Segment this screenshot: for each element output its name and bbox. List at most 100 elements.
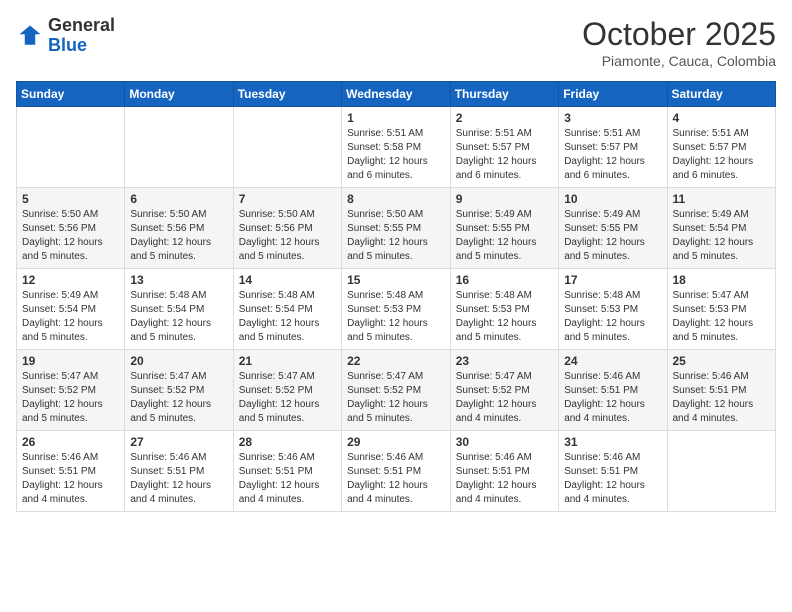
day-info: Sunrise: 5:46 AM Sunset: 5:51 PM Dayligh… bbox=[347, 451, 445, 507]
day-number: 29 bbox=[347, 435, 445, 449]
calendar-cell bbox=[17, 107, 125, 188]
day-info: Sunrise: 5:51 AM Sunset: 5:57 PM Dayligh… bbox=[456, 127, 553, 183]
logo-blue-text: Blue bbox=[48, 36, 115, 56]
logo-icon bbox=[16, 22, 44, 50]
calendar-cell: 28 Sunrise: 5:46 AM Sunset: 5:51 PM Dayli… bbox=[233, 431, 341, 512]
day-info: Sunrise: 5:49 AM Sunset: 5:54 PM Dayligh… bbox=[673, 208, 771, 264]
day-number: 28 bbox=[239, 435, 336, 449]
day-number: 8 bbox=[347, 192, 445, 206]
calendar-cell: 27 Sunrise: 5:46 AM Sunset: 5:51 PM Dayli… bbox=[125, 431, 233, 512]
calendar-cell: 29 Sunrise: 5:46 AM Sunset: 5:51 PM Dayli… bbox=[342, 431, 451, 512]
weekday-header-friday: Friday bbox=[559, 82, 667, 107]
day-info: Sunrise: 5:49 AM Sunset: 5:55 PM Dayligh… bbox=[456, 208, 553, 264]
day-info: Sunrise: 5:47 AM Sunset: 5:52 PM Dayligh… bbox=[347, 370, 445, 426]
day-number: 16 bbox=[456, 273, 553, 287]
calendar-week-5: 26 Sunrise: 5:46 AM Sunset: 5:51 PM Dayli… bbox=[17, 431, 776, 512]
day-info: Sunrise: 5:48 AM Sunset: 5:53 PM Dayligh… bbox=[564, 289, 661, 345]
day-number: 3 bbox=[564, 111, 661, 125]
calendar-cell: 31 Sunrise: 5:46 AM Sunset: 5:51 PM Dayli… bbox=[559, 431, 667, 512]
day-number: 25 bbox=[673, 354, 771, 368]
calendar-cell: 4 Sunrise: 5:51 AM Sunset: 5:57 PM Daylig… bbox=[667, 107, 776, 188]
day-number: 1 bbox=[347, 111, 445, 125]
day-number: 15 bbox=[347, 273, 445, 287]
calendar-cell: 19 Sunrise: 5:47 AM Sunset: 5:52 PM Dayli… bbox=[17, 350, 125, 431]
logo-general-text: General bbox=[48, 16, 115, 36]
day-info: Sunrise: 5:50 AM Sunset: 5:55 PM Dayligh… bbox=[347, 208, 445, 264]
day-info: Sunrise: 5:48 AM Sunset: 5:54 PM Dayligh… bbox=[130, 289, 227, 345]
day-info: Sunrise: 5:48 AM Sunset: 5:53 PM Dayligh… bbox=[347, 289, 445, 345]
calendar-week-3: 12 Sunrise: 5:49 AM Sunset: 5:54 PM Dayli… bbox=[17, 269, 776, 350]
day-info: Sunrise: 5:46 AM Sunset: 5:51 PM Dayligh… bbox=[22, 451, 119, 507]
calendar-cell: 15 Sunrise: 5:48 AM Sunset: 5:53 PM Dayli… bbox=[342, 269, 451, 350]
month-title: October 2025 bbox=[582, 16, 776, 53]
weekday-header-saturday: Saturday bbox=[667, 82, 776, 107]
day-number: 10 bbox=[564, 192, 661, 206]
calendar-cell: 16 Sunrise: 5:48 AM Sunset: 5:53 PM Dayli… bbox=[450, 269, 558, 350]
calendar-cell: 2 Sunrise: 5:51 AM Sunset: 5:57 PM Daylig… bbox=[450, 107, 558, 188]
day-info: Sunrise: 5:47 AM Sunset: 5:52 PM Dayligh… bbox=[456, 370, 553, 426]
day-number: 22 bbox=[347, 354, 445, 368]
day-number: 7 bbox=[239, 192, 336, 206]
day-info: Sunrise: 5:48 AM Sunset: 5:54 PM Dayligh… bbox=[239, 289, 336, 345]
calendar-cell: 11 Sunrise: 5:49 AM Sunset: 5:54 PM Dayli… bbox=[667, 188, 776, 269]
calendar-cell: 12 Sunrise: 5:49 AM Sunset: 5:54 PM Dayli… bbox=[17, 269, 125, 350]
calendar-week-1: 1 Sunrise: 5:51 AM Sunset: 5:58 PM Daylig… bbox=[17, 107, 776, 188]
day-number: 14 bbox=[239, 273, 336, 287]
day-info: Sunrise: 5:46 AM Sunset: 5:51 PM Dayligh… bbox=[130, 451, 227, 507]
day-info: Sunrise: 5:49 AM Sunset: 5:54 PM Dayligh… bbox=[22, 289, 119, 345]
calendar-cell bbox=[125, 107, 233, 188]
day-info: Sunrise: 5:47 AM Sunset: 5:53 PM Dayligh… bbox=[673, 289, 771, 345]
day-info: Sunrise: 5:47 AM Sunset: 5:52 PM Dayligh… bbox=[130, 370, 227, 426]
calendar-cell: 24Sunrise: 5:46 AM Sunset: 5:51 PM Dayli… bbox=[559, 350, 667, 431]
day-info: Sunrise: 5:46 AM Sunset: 5:51 PM Dayligh… bbox=[564, 370, 661, 426]
day-number: 30 bbox=[456, 435, 553, 449]
weekday-header-monday: Monday bbox=[125, 82, 233, 107]
day-info: Sunrise: 5:51 AM Sunset: 5:57 PM Dayligh… bbox=[564, 127, 661, 183]
day-number: 31 bbox=[564, 435, 661, 449]
calendar-cell: 18Sunrise: 5:47 AM Sunset: 5:53 PM Dayli… bbox=[667, 269, 776, 350]
day-info: Sunrise: 5:50 AM Sunset: 5:56 PM Dayligh… bbox=[239, 208, 336, 264]
day-number: 11 bbox=[673, 192, 771, 206]
day-number: 19 bbox=[22, 354, 119, 368]
page-header: General Blue October 2025 Piamonte, Cauc… bbox=[16, 16, 776, 69]
calendar-cell: 23 Sunrise: 5:47 AM Sunset: 5:52 PM Dayli… bbox=[450, 350, 558, 431]
calendar-cell: 20Sunrise: 5:47 AM Sunset: 5:52 PM Dayli… bbox=[125, 350, 233, 431]
day-number: 23 bbox=[456, 354, 553, 368]
title-block: October 2025 Piamonte, Cauca, Colombia bbox=[582, 16, 776, 69]
location: Piamonte, Cauca, Colombia bbox=[582, 53, 776, 69]
day-info: Sunrise: 5:49 AM Sunset: 5:55 PM Dayligh… bbox=[564, 208, 661, 264]
day-number: 27 bbox=[130, 435, 227, 449]
day-info: Sunrise: 5:47 AM Sunset: 5:52 PM Dayligh… bbox=[22, 370, 119, 426]
day-number: 9 bbox=[456, 192, 553, 206]
day-number: 4 bbox=[673, 111, 771, 125]
day-info: Sunrise: 5:46 AM Sunset: 5:51 PM Dayligh… bbox=[564, 451, 661, 507]
day-info: Sunrise: 5:47 AM Sunset: 5:52 PM Dayligh… bbox=[239, 370, 336, 426]
day-number: 26 bbox=[22, 435, 119, 449]
calendar-cell: 17Sunrise: 5:48 AM Sunset: 5:53 PM Dayli… bbox=[559, 269, 667, 350]
calendar-cell: 14 Sunrise: 5:48 AM Sunset: 5:54 PM Dayli… bbox=[233, 269, 341, 350]
calendar-table: SundayMondayTuesdayWednesdayThursdayFrid… bbox=[16, 81, 776, 512]
calendar-cell: 21 Sunrise: 5:47 AM Sunset: 5:52 PM Dayli… bbox=[233, 350, 341, 431]
day-info: Sunrise: 5:46 AM Sunset: 5:51 PM Dayligh… bbox=[239, 451, 336, 507]
day-number: 12 bbox=[22, 273, 119, 287]
calendar-cell: 1 Sunrise: 5:51 AM Sunset: 5:58 PM Daylig… bbox=[342, 107, 451, 188]
day-number: 2 bbox=[456, 111, 553, 125]
day-number: 21 bbox=[239, 354, 336, 368]
weekday-header-row: SundayMondayTuesdayWednesdayThursdayFrid… bbox=[17, 82, 776, 107]
calendar-cell: 6Sunrise: 5:50 AM Sunset: 5:56 PM Daylig… bbox=[125, 188, 233, 269]
calendar-cell: 30 Sunrise: 5:46 AM Sunset: 5:51 PM Dayli… bbox=[450, 431, 558, 512]
calendar-cell: 26 Sunrise: 5:46 AM Sunset: 5:51 PM Dayli… bbox=[17, 431, 125, 512]
calendar-cell bbox=[667, 431, 776, 512]
weekday-header-tuesday: Tuesday bbox=[233, 82, 341, 107]
calendar-cell: 7 Sunrise: 5:50 AM Sunset: 5:56 PM Daylig… bbox=[233, 188, 341, 269]
day-info: Sunrise: 5:46 AM Sunset: 5:51 PM Dayligh… bbox=[456, 451, 553, 507]
day-info: Sunrise: 5:51 AM Sunset: 5:57 PM Dayligh… bbox=[673, 127, 771, 183]
calendar-week-2: 5Sunrise: 5:50 AM Sunset: 5:56 PM Daylig… bbox=[17, 188, 776, 269]
day-info: Sunrise: 5:48 AM Sunset: 5:53 PM Dayligh… bbox=[456, 289, 553, 345]
day-info: Sunrise: 5:51 AM Sunset: 5:58 PM Dayligh… bbox=[347, 127, 445, 183]
day-info: Sunrise: 5:50 AM Sunset: 5:56 PM Dayligh… bbox=[22, 208, 119, 264]
calendar-cell: 3 Sunrise: 5:51 AM Sunset: 5:57 PM Daylig… bbox=[559, 107, 667, 188]
calendar-cell: 22 Sunrise: 5:47 AM Sunset: 5:52 PM Dayli… bbox=[342, 350, 451, 431]
weekday-header-wednesday: Wednesday bbox=[342, 82, 451, 107]
calendar-cell: 10 Sunrise: 5:49 AM Sunset: 5:55 PM Dayli… bbox=[559, 188, 667, 269]
